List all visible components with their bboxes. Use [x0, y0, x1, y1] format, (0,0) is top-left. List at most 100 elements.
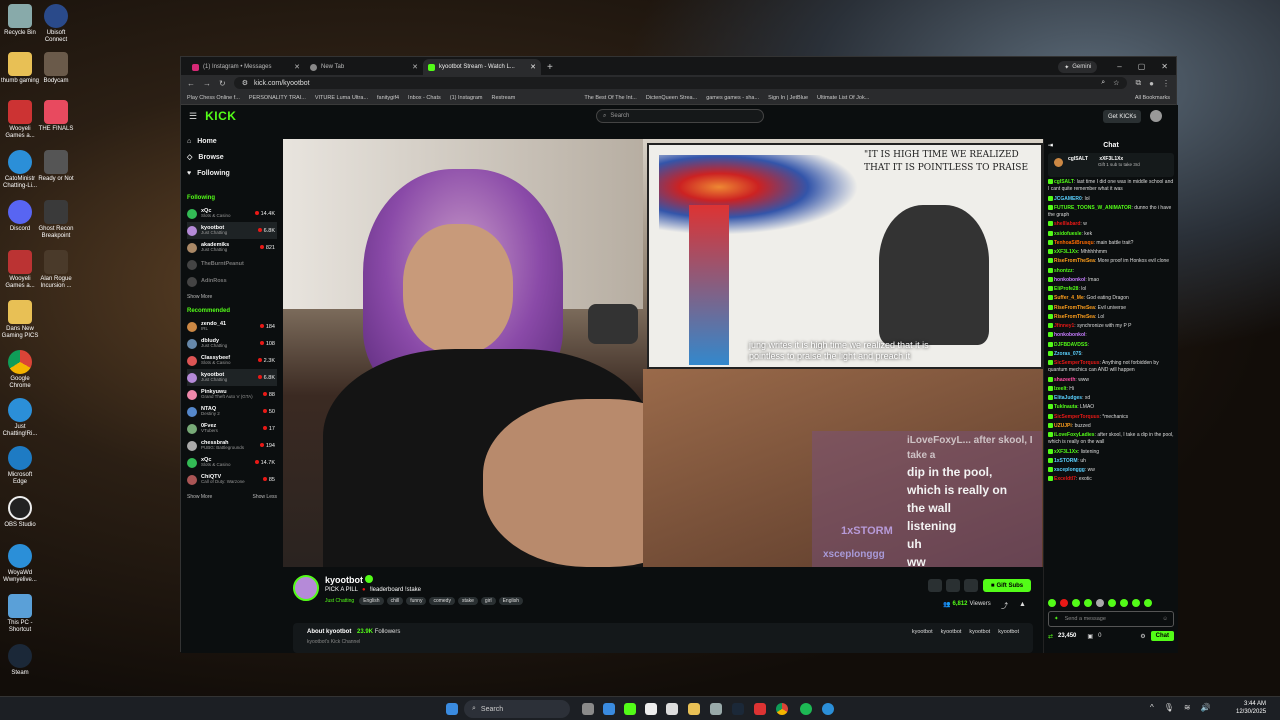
desktop-icon[interactable]: Ghost Recon Breakpoint: [36, 200, 76, 239]
desktop-icon[interactable]: Ubisoft Connect: [36, 4, 76, 43]
sidebar-channel[interactable]: ChiQTV Call of Duty: Warzone 85: [187, 471, 277, 488]
close-icon[interactable]: ✕: [412, 63, 418, 71]
more-icon[interactable]: ▲: [1019, 601, 1026, 608]
app-icon[interactable]: [754, 703, 766, 715]
file-explorer-icon[interactable]: [688, 703, 700, 715]
emote-icon[interactable]: [1144, 599, 1152, 607]
bookmark-item[interactable]: fanitygif4: [377, 95, 399, 101]
chat-username[interactable]: JCGAMER0: [1054, 196, 1082, 202]
sidebar-channel[interactable]: dbludy Just Chatting 108: [187, 335, 277, 352]
sidebar-channel[interactable]: NTAQ Destiny 2 50: [187, 403, 277, 420]
desktop-icon[interactable]: THE FINALS: [36, 100, 76, 133]
desktop-icon[interactable]: Google Chrome: [0, 350, 40, 389]
gift-button[interactable]: [964, 579, 978, 592]
minimize-icon[interactable]: –: [1117, 62, 1121, 71]
spotify-icon[interactable]: [800, 703, 812, 715]
task-view-icon[interactable]: [582, 703, 594, 715]
tag[interactable]: girl: [480, 597, 496, 605]
points-value[interactable]: 23,450: [1058, 633, 1076, 639]
emote-picker-icon[interactable]: ✦: [1054, 616, 1059, 622]
sidebar-channel[interactable]: AdinRoss: [187, 273, 277, 290]
sidebar-channel[interactable]: zendo_41 IRL 184: [187, 318, 277, 335]
url-field[interactable]: ⚙ kick.com/kyootbot ⌕ ☆: [233, 77, 1128, 89]
desktop-icon[interactable]: WoyaWd Wwnyelive...: [0, 544, 40, 583]
settings-icon[interactable]: ⚙: [1140, 633, 1145, 640]
app-icon[interactable]: [603, 703, 615, 715]
gift-subs-button[interactable]: ■ Gift Subs: [983, 579, 1031, 592]
chat-username[interactable]: DJFBDAVDSS: [1054, 342, 1088, 348]
desktop-icon[interactable]: Recycle Bin: [0, 4, 40, 37]
chat-username[interactable]: Exceldtl7: [1054, 476, 1076, 482]
user-avatar[interactable]: [1150, 110, 1162, 122]
star-icon[interactable]: ☆: [1113, 79, 1119, 87]
emoji-icon[interactable]: ☺: [1162, 616, 1168, 622]
show-more-button[interactable]: Show More: [187, 294, 277, 300]
bookmark-item[interactable]: PERSONALITY TRAI...: [249, 95, 306, 101]
clock[interactable]: 3:44 AM 12/30/2025: [1236, 700, 1266, 717]
chat-username[interactable]: xsceplonggg: [1054, 467, 1085, 473]
emote-icon[interactable]: [1096, 599, 1104, 607]
zoom-icon[interactable]: ⌕: [1101, 79, 1105, 87]
settings-icon[interactable]: [710, 703, 722, 715]
tag[interactable]: English: [498, 597, 523, 605]
desktop-icon[interactable]: Wooyeli Games a...: [0, 250, 40, 289]
chat-username[interactable]: Tuklnauta: [1054, 404, 1077, 410]
social-x[interactable]: kyootbot: [912, 629, 933, 635]
bookmark-item[interactable]: VITURE Luma Ultra...: [315, 95, 368, 101]
bookmark-item[interactable]: Inbox - Chats: [408, 95, 441, 101]
desktop-icon[interactable]: Bodycam: [36, 52, 76, 85]
reload-icon[interactable]: ↻: [219, 79, 226, 88]
share-icon[interactable]: ⤴: [1001, 601, 1008, 611]
tag[interactable]: chill: [386, 597, 404, 605]
chat-username[interactable]: cgISALT: [1054, 179, 1074, 185]
chat-username[interactable]: Izeelt: [1054, 386, 1067, 392]
social-youtube[interactable]: kyootbot: [969, 629, 990, 635]
desktop-icon[interactable]: Alan Rogue Incursion ...: [36, 250, 76, 289]
emote-icon[interactable]: [1120, 599, 1128, 607]
close-icon[interactable]: ✕: [294, 63, 300, 71]
bookmark-item[interactable]: Ultimate List Of Jok...: [817, 95, 869, 101]
tag[interactable]: stake: [457, 597, 478, 605]
social-instagram[interactable]: kyootbot: [941, 629, 962, 635]
bookmark-item[interactable]: (1) Instagram: [450, 95, 483, 101]
nav-browse[interactable]: ◇ Browse: [187, 149, 277, 165]
chat-username[interactable]: Jfinney1: [1054, 323, 1074, 329]
sidebar-channel[interactable]: kyootbot Just Chatting 6.8K: [187, 222, 277, 239]
close-icon[interactable]: ✕: [530, 63, 536, 71]
chat-username[interactable]: UZUJPi: [1054, 423, 1072, 429]
desktop-icon[interactable]: Steam: [0, 644, 40, 677]
emote-icon[interactable]: [1060, 599, 1068, 607]
steam-icon[interactable]: [732, 703, 744, 715]
chat-username[interactable]: Suffer_4_Me: [1054, 295, 1084, 301]
desktop-icon[interactable]: Discord: [0, 200, 40, 233]
new-tab-icon[interactable]: +: [547, 62, 553, 73]
sidebar-channel[interactable]: xQc Slots & Casino 14.4K: [187, 205, 277, 222]
sidebar-channel[interactable]: TheBurntPeanut: [187, 256, 277, 273]
tab-instagram[interactable]: (1) Instagram • Messages ✕: [187, 59, 305, 75]
desktop-icon[interactable]: Microsoft Edge: [0, 446, 40, 485]
mic-icon[interactable]: 🎙: [1164, 703, 1174, 712]
emote-icon[interactable]: [1108, 599, 1116, 607]
chat-username[interactable]: SicSemperTorquus: [1054, 360, 1099, 366]
emote-icon[interactable]: [1084, 599, 1092, 607]
emote-icon[interactable]: [1072, 599, 1080, 607]
bookmark-item[interactable]: Play Chess Online f...: [187, 95, 240, 101]
get-kicks-button[interactable]: Get KICKs: [1103, 110, 1142, 123]
sidebar-channel[interactable]: kyootbot Just Chatting 6.8K: [187, 369, 277, 386]
sidebar-channel[interactable]: chessbrah PUBG: Battlegrounds 194: [187, 437, 277, 454]
show-less-button[interactable]: Show Less: [253, 494, 277, 500]
menu-icon[interactable]: ⋮: [1162, 79, 1170, 88]
chat-input[interactable]: ✦ Send a message ☺: [1048, 611, 1174, 627]
wifi-icon[interactable]: ≋: [1184, 703, 1191, 712]
volume-icon[interactable]: 🔊: [1201, 703, 1211, 712]
taskbar-search[interactable]: ⌕ Search: [464, 700, 570, 718]
video-player[interactable]: "IT IS HIGH TIME WE REALIZED THAT IT IS …: [283, 139, 1043, 567]
sidebar-channel[interactable]: Pinkyuwu Grand Theft Auto V (GTA) 88: [187, 386, 277, 403]
emote-icon[interactable]: [1132, 599, 1140, 607]
bookmark-item[interactable]: DictenQueen Strea...: [646, 95, 697, 101]
chat-username[interactable]: 1xSTORM: [1054, 458, 1078, 464]
extensions-icon[interactable]: ⧉: [1135, 78, 1141, 88]
heart-button[interactable]: [946, 579, 960, 592]
chat-username[interactable]: RiseFromTheSea: [1054, 305, 1095, 311]
chat-username[interactable]: EliProfe28: [1054, 286, 1078, 292]
